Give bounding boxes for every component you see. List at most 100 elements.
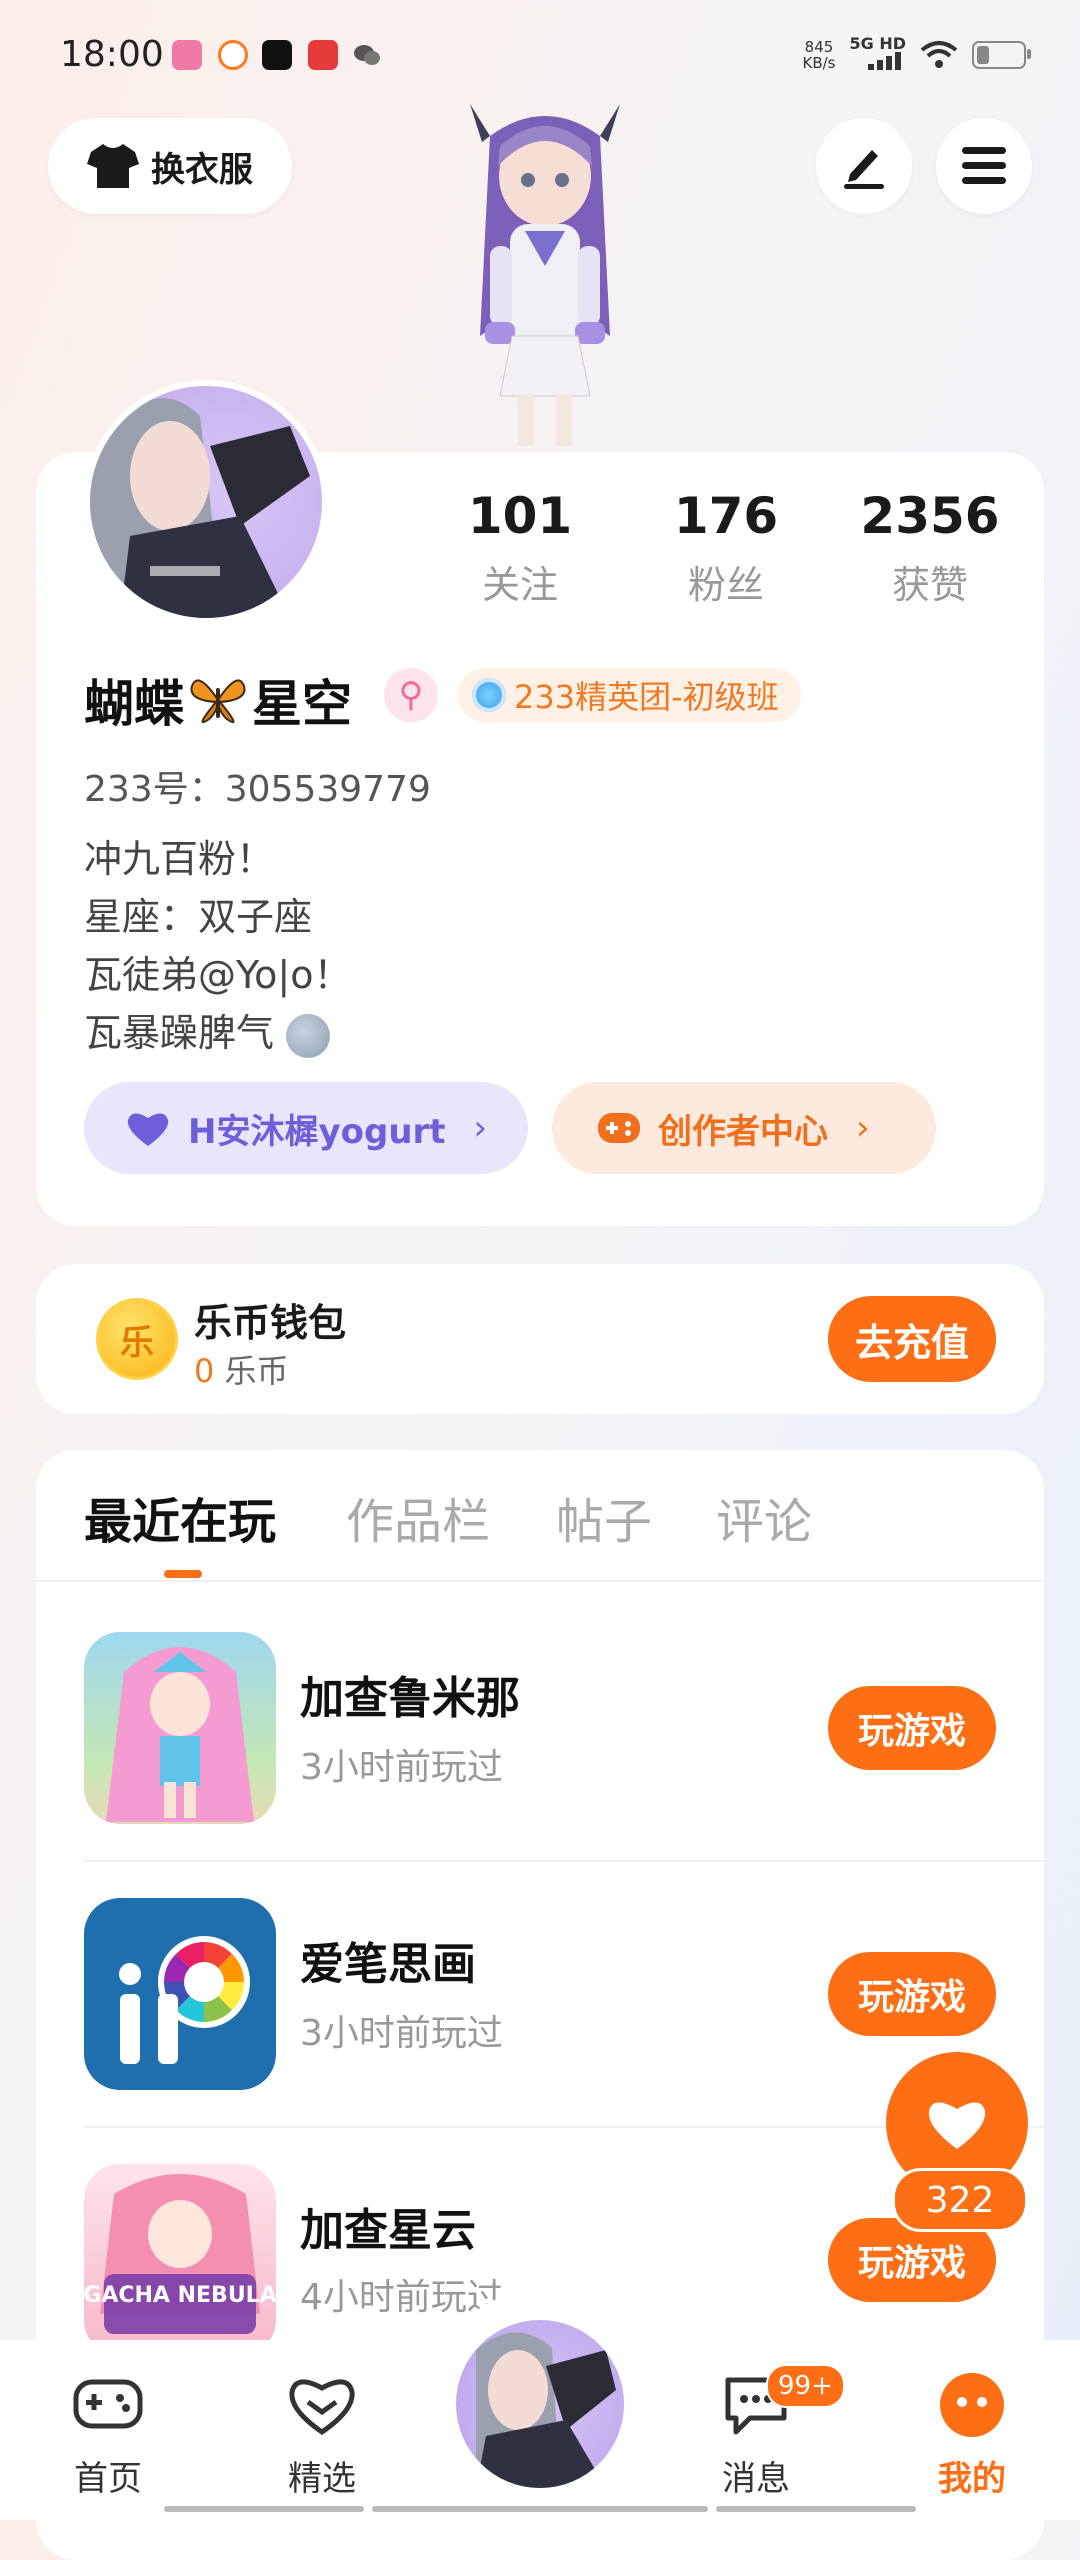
home-indicator-right (716, 2506, 916, 2512)
username-part2: 星空 (252, 675, 352, 733)
friend-chip-label: H安沐樨yogurt (188, 1111, 446, 1152)
following-label: 关注 (481, 563, 558, 607)
nav-featured[interactable]: 精选 (262, 2372, 382, 2500)
signal-label: 5G HD (849, 34, 906, 53)
tab-divider (36, 1580, 1044, 1582)
wardrobe-label: 换衣服 (151, 149, 253, 190)
coin-glyph: 乐 (120, 1322, 154, 1363)
ibispaint-logo (119, 1936, 250, 2064)
tab-indicator (164, 1570, 202, 1578)
wallet-balance-unit: 乐币 (224, 1352, 289, 1390)
bio-line-3: 瓦徒弟@Yo|o！ (84, 953, 352, 997)
chevron-right-icon: › (473, 1108, 488, 1148)
heart-outline-icon (289, 2379, 355, 2436)
home-indicator[interactable] (372, 2506, 708, 2512)
creator-center-chip[interactable]: 创作者中心 › (552, 1082, 936, 1174)
game-icon-gacha-nebula[interactable]: GACHA NEBULA (84, 2164, 276, 2356)
avatar-image (476, 2332, 616, 2488)
gacha-lumina-art (106, 1647, 254, 1822)
like-count: 322 (892, 2168, 1028, 2232)
wallet-balance: 0 乐币 (194, 1346, 289, 1392)
shirt-icon (87, 144, 139, 188)
gacha-nebula-art: GACHA NEBULA (84, 2174, 276, 2334)
heart-icon (928, 2102, 986, 2149)
user-id: 233号：305539779 (84, 769, 431, 810)
taobao-app-icon (218, 40, 248, 70)
bio-line-4: 瓦暴躁脾气 (84, 1002, 331, 1058)
nav-avatar-button[interactable] (456, 2320, 624, 2488)
pen-icon (844, 150, 884, 189)
play-game-button[interactable]: 玩游戏 (828, 1686, 996, 1770)
fans-count: 176 (673, 487, 779, 545)
username: 蝴蝶 星空 (84, 664, 352, 736)
wallet-title: 乐币钱包 (194, 1301, 347, 1345)
hamburger-menu-icon (962, 147, 1006, 184)
nav-home-label: 首页 (74, 2459, 142, 2499)
game-title[interactable]: 爱笔思画 (300, 1928, 476, 1992)
group-badge[interactable]: 233精英团-初级班 (458, 668, 801, 722)
profile-face-icon (940, 2373, 1004, 2437)
net-speed-value: 845 (804, 37, 834, 56)
tab-recent-played[interactable]: 最近在玩 (84, 1482, 276, 1552)
wallet-balance-value: 0 (194, 1352, 215, 1390)
profile-avatar[interactable] (84, 380, 328, 624)
chevron-right-icon: › (856, 1108, 870, 1148)
wifi-icon (920, 40, 958, 68)
bilibili-app-icon (172, 40, 202, 70)
row-divider (84, 1860, 1044, 1862)
following-count: 101 (467, 487, 573, 545)
edit-button[interactable] (816, 118, 912, 214)
game-icon-gacha-lumina[interactable] (84, 1632, 276, 1824)
friend-chip[interactable]: H安沐樨yogurt › (84, 1082, 528, 1174)
gacha-nebula-logo-text: GACHA NEBULA (84, 2283, 276, 2308)
fans-label: 粉丝 (687, 563, 764, 607)
bio-line-1: 冲九百粉！ (84, 837, 275, 881)
wechat-app-icon (352, 40, 382, 70)
group-gem-icon (472, 678, 506, 712)
game-icon-ibispaint[interactable] (84, 1898, 276, 2090)
recharge-button[interactable]: 去充值 (828, 1296, 996, 1382)
nav-mine-label: 我的 (938, 2459, 1006, 2499)
group-badge-label: 233精英团-初级班 (514, 678, 779, 716)
tab-works[interactable]: 作品栏 (346, 1482, 490, 1552)
gender-symbol: ⚲ (398, 675, 424, 715)
bio-line-2: 星座：双子座 (84, 895, 313, 939)
signal-indicator: 5G HD (849, 36, 906, 73)
gamepad-icon (73, 2379, 143, 2429)
coin-icon: 乐 (96, 1298, 178, 1380)
nav-mine[interactable]: 我的 (912, 2372, 1032, 2500)
nav-messages-label: 消息 (722, 2459, 790, 2499)
wardrobe-button[interactable]: 换衣服 (48, 118, 292, 214)
moon-face-icon (286, 1013, 331, 1058)
creator-chip-label: 创作者中心 (658, 1111, 828, 1152)
gamepad-icon (598, 1113, 640, 1143)
nav-home[interactable]: 首页 (48, 2372, 168, 2500)
status-right: 845 KB/s 5G HD (802, 36, 1031, 73)
likes-label: 获赞 (891, 563, 968, 607)
status-time: 18:00 (60, 34, 164, 75)
game-title[interactable]: 加查鲁米那 (300, 1662, 520, 1726)
likes-stat[interactable]: 2356 获赞 (840, 486, 1020, 609)
tab-comments[interactable]: 评论 (716, 1482, 812, 1552)
game-last-played: 3小时前玩过 (300, 2013, 503, 2054)
messages-badge: 99+ (766, 2364, 845, 2408)
game-last-played: 3小时前玩过 (300, 1747, 503, 1788)
tiktok-app-icon (262, 40, 292, 70)
game-title[interactable]: 加查星云 (300, 2194, 476, 2258)
signal-bars-icon (868, 52, 901, 70)
following-stat[interactable]: 101 关注 (430, 486, 610, 609)
play-game-button[interactable]: 玩游戏 (828, 1952, 996, 2036)
game-app-icon (308, 40, 338, 70)
net-speed: 845 KB/s (802, 39, 835, 71)
net-speed-unit: KB/s (802, 53, 836, 72)
butterfly-icon (190, 679, 246, 724)
fans-stat[interactable]: 176 粉丝 (636, 486, 816, 609)
menu-button[interactable] (936, 118, 1032, 214)
heart-icon (127, 1113, 169, 1146)
home-indicator-left (164, 2506, 364, 2512)
username-part1: 蝴蝶 (84, 675, 184, 733)
avatar-character-figure[interactable] (430, 96, 660, 446)
avatar-image (90, 398, 310, 618)
gender-female-icon: ⚲ (384, 668, 438, 722)
tab-posts[interactable]: 帖子 (556, 1482, 652, 1552)
